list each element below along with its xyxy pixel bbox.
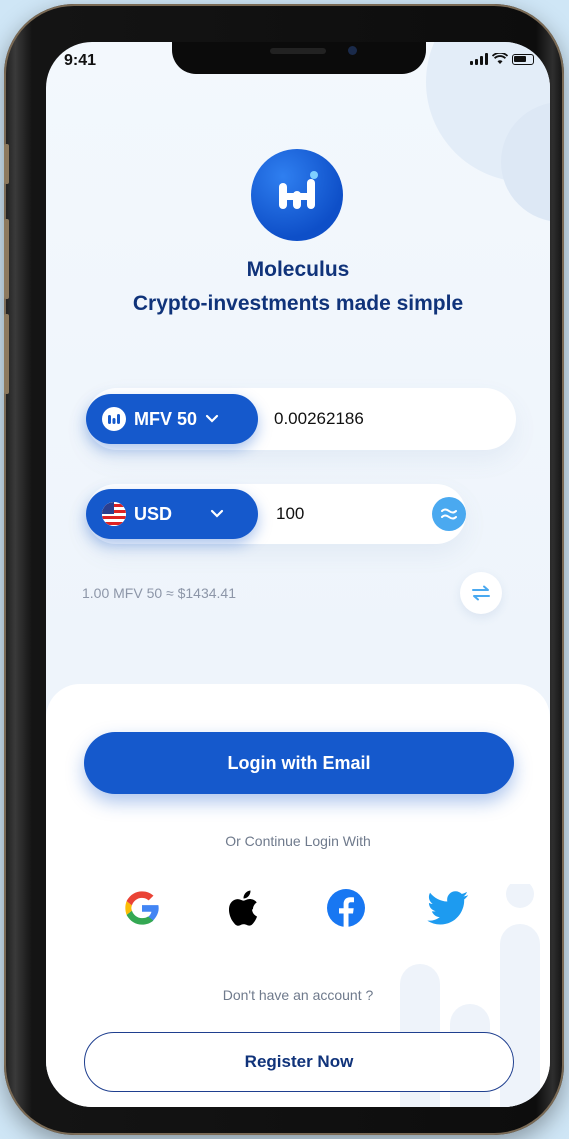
apple-icon — [228, 890, 257, 926]
status-time: 9:41 — [64, 52, 97, 69]
volume-down-button — [4, 314, 9, 394]
approx-equals-icon — [441, 508, 457, 520]
app-screen: 9:41 Moleculus Crypto-investments made s… — [46, 42, 550, 1107]
google-icon — [125, 891, 159, 925]
twitter-login-button[interactable] — [424, 884, 472, 932]
exchange-rate-text: 1.00 MFV 50 ≈ $1434.41 — [82, 585, 237, 601]
google-login-button[interactable] — [118, 884, 166, 932]
facebook-icon — [327, 889, 365, 927]
mute-switch — [4, 144, 9, 184]
status-icons — [470, 53, 534, 65]
phone-frame: 9:41 Moleculus Crypto-investments made s… — [4, 4, 564, 1135]
app-name: Moleculus — [246, 258, 350, 281]
swap-arrows-icon — [472, 585, 490, 601]
moleculus-logo — [251, 149, 343, 241]
apple-login-button[interactable] — [218, 884, 266, 932]
battery-icon — [512, 54, 534, 65]
volume-up-button — [4, 219, 9, 299]
crypto-symbol: MFV 50 — [134, 408, 198, 429]
us-flag-icon — [102, 502, 126, 526]
crypto-amount-input[interactable]: 0.00262186 — [274, 409, 364, 429]
chevron-down-icon — [210, 509, 224, 518]
facebook-login-button[interactable] — [322, 884, 370, 932]
or-continue-text: Or Continue Login With — [225, 833, 371, 849]
equals-button[interactable] — [432, 497, 466, 531]
mfv-coin-icon — [102, 407, 126, 431]
register-button[interactable]: Register Now — [84, 1032, 514, 1092]
swap-button[interactable] — [460, 572, 502, 614]
crypto-currency-select[interactable]: MFV 50 — [86, 394, 258, 444]
app-tagline: Crypto-investments made simple — [132, 292, 464, 315]
login-email-button[interactable]: Login with Email — [84, 732, 514, 794]
chevron-down-icon — [205, 414, 219, 423]
wifi-icon — [492, 53, 508, 64]
fiat-amount-input[interactable]: 100 — [276, 504, 304, 524]
logo-mark-icon — [279, 171, 318, 209]
twitter-icon — [427, 891, 469, 925]
no-account-text: Don't have an account ? — [222, 987, 374, 1003]
fiat-currency-select[interactable]: USD — [86, 489, 258, 539]
device-notch — [172, 42, 426, 74]
signal-icon — [470, 53, 488, 65]
fiat-currency: USD — [134, 503, 173, 524]
